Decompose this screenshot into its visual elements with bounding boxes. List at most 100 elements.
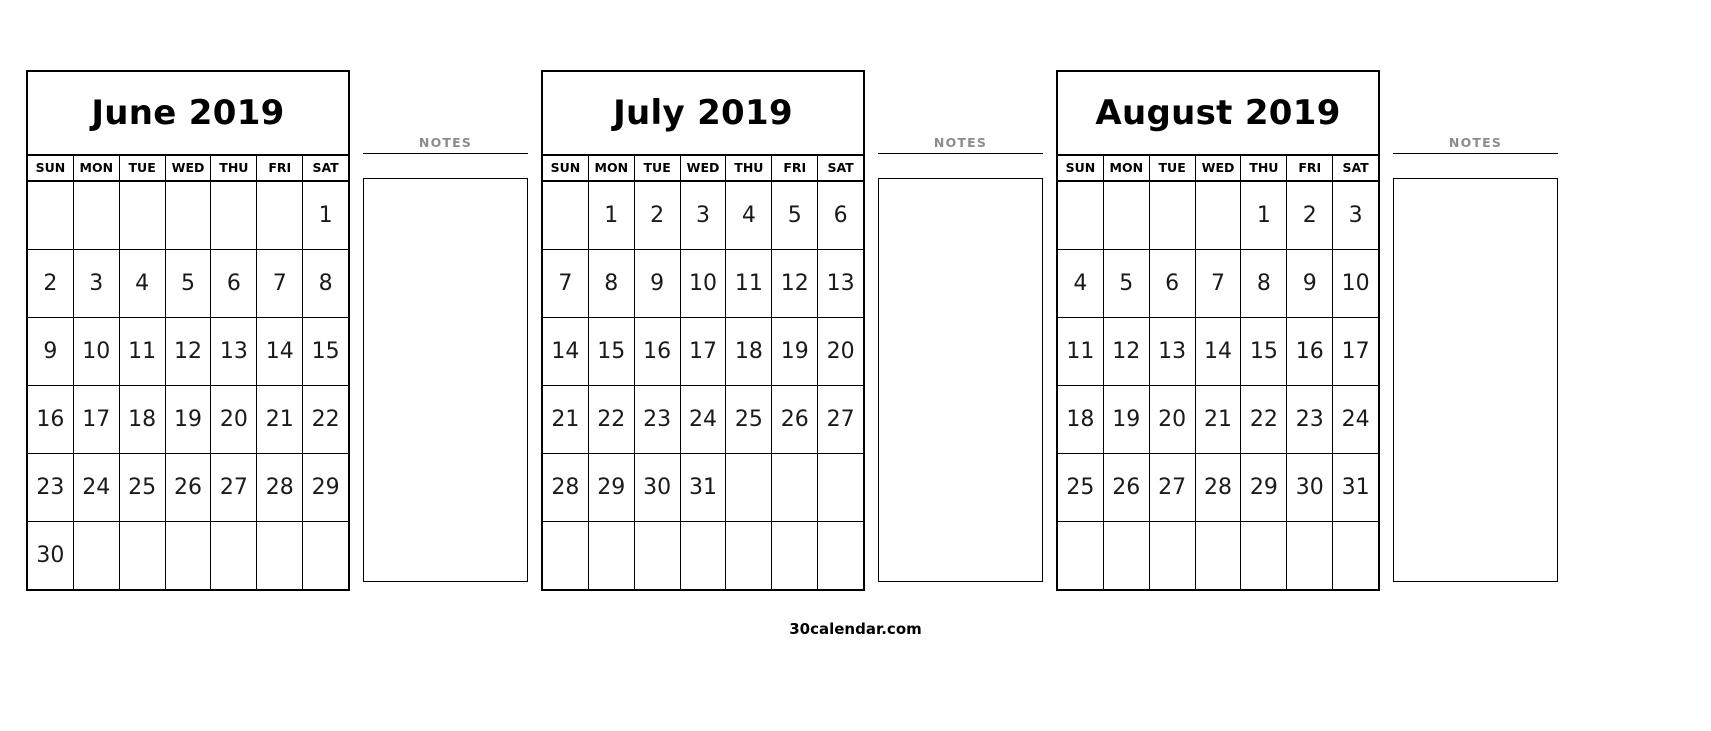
- day-cell[interactable]: [120, 182, 166, 249]
- day-cell[interactable]: [166, 182, 212, 249]
- day-cell[interactable]: 9: [635, 250, 681, 317]
- day-cell[interactable]: 12: [772, 250, 819, 317]
- day-cell[interactable]: 3: [1333, 182, 1378, 249]
- day-cell[interactable]: 18: [1058, 386, 1104, 453]
- day-cell[interactable]: 4: [120, 250, 166, 317]
- day-cell[interactable]: [589, 522, 635, 589]
- day-cell[interactable]: 28: [543, 454, 589, 521]
- day-cell[interactable]: 22: [1241, 386, 1288, 453]
- day-cell[interactable]: 3: [74, 250, 120, 317]
- day-cell[interactable]: 13: [211, 318, 258, 385]
- day-cell[interactable]: [74, 522, 120, 589]
- day-cell[interactable]: 29: [1241, 454, 1288, 521]
- day-cell[interactable]: 1: [1241, 182, 1288, 249]
- day-cell[interactable]: [1241, 522, 1288, 589]
- day-cell[interactable]: 26: [166, 454, 212, 521]
- day-cell[interactable]: 15: [1241, 318, 1288, 385]
- day-cell[interactable]: 10: [1333, 250, 1378, 317]
- day-cell[interactable]: [1150, 522, 1196, 589]
- day-cell[interactable]: 1: [303, 182, 348, 249]
- day-cell[interactable]: 20: [211, 386, 258, 453]
- day-cell[interactable]: [635, 522, 681, 589]
- day-cell[interactable]: 6: [818, 182, 863, 249]
- day-cell[interactable]: 11: [1058, 318, 1104, 385]
- day-cell[interactable]: [1104, 522, 1150, 589]
- day-cell[interactable]: [211, 522, 258, 589]
- day-cell[interactable]: [1104, 182, 1150, 249]
- day-cell[interactable]: 24: [74, 454, 120, 521]
- day-cell[interactable]: [303, 522, 348, 589]
- day-cell[interactable]: 1: [589, 182, 635, 249]
- day-cell[interactable]: 23: [28, 454, 74, 521]
- day-cell[interactable]: 30: [1287, 454, 1334, 521]
- day-cell[interactable]: 21: [1196, 386, 1242, 453]
- day-cell[interactable]: 11: [726, 250, 773, 317]
- day-cell[interactable]: [1150, 182, 1196, 249]
- day-cell[interactable]: 5: [166, 250, 212, 317]
- day-cell[interactable]: 13: [1150, 318, 1196, 385]
- day-cell[interactable]: 14: [1196, 318, 1242, 385]
- day-cell[interactable]: 7: [257, 250, 304, 317]
- day-cell[interactable]: 10: [681, 250, 727, 317]
- day-cell[interactable]: 6: [1150, 250, 1196, 317]
- day-cell[interactable]: 21: [257, 386, 304, 453]
- day-cell[interactable]: [211, 182, 258, 249]
- day-cell[interactable]: [818, 454, 863, 521]
- day-cell[interactable]: 24: [1333, 386, 1378, 453]
- day-cell[interactable]: 12: [1104, 318, 1150, 385]
- day-cell[interactable]: [772, 522, 819, 589]
- day-cell[interactable]: [1196, 182, 1242, 249]
- day-cell[interactable]: 7: [1196, 250, 1242, 317]
- day-cell[interactable]: 23: [635, 386, 681, 453]
- day-cell[interactable]: 18: [726, 318, 773, 385]
- day-cell[interactable]: 4: [1058, 250, 1104, 317]
- day-cell[interactable]: [818, 522, 863, 589]
- day-cell[interactable]: [772, 454, 819, 521]
- day-cell[interactable]: 20: [1150, 386, 1196, 453]
- notes-box[interactable]: [1393, 178, 1558, 582]
- day-cell[interactable]: 14: [257, 318, 304, 385]
- day-cell[interactable]: 9: [28, 318, 74, 385]
- day-cell[interactable]: 25: [120, 454, 166, 521]
- day-cell[interactable]: 2: [635, 182, 681, 249]
- day-cell[interactable]: [1333, 522, 1378, 589]
- day-cell[interactable]: [28, 182, 74, 249]
- day-cell[interactable]: [74, 182, 120, 249]
- day-cell[interactable]: 16: [635, 318, 681, 385]
- day-cell[interactable]: [120, 522, 166, 589]
- day-cell[interactable]: 26: [1104, 454, 1150, 521]
- day-cell[interactable]: 17: [1333, 318, 1378, 385]
- day-cell[interactable]: [1196, 522, 1242, 589]
- day-cell[interactable]: 11: [120, 318, 166, 385]
- day-cell[interactable]: 15: [589, 318, 635, 385]
- day-cell[interactable]: 21: [543, 386, 589, 453]
- day-cell[interactable]: 25: [726, 386, 773, 453]
- day-cell[interactable]: 18: [120, 386, 166, 453]
- day-cell[interactable]: 6: [211, 250, 258, 317]
- day-cell[interactable]: [726, 522, 773, 589]
- day-cell[interactable]: 27: [818, 386, 863, 453]
- day-cell[interactable]: 13: [818, 250, 863, 317]
- day-cell[interactable]: 5: [1104, 250, 1150, 317]
- day-cell[interactable]: 8: [1241, 250, 1288, 317]
- day-cell[interactable]: 28: [257, 454, 304, 521]
- day-cell[interactable]: 23: [1287, 386, 1334, 453]
- day-cell[interactable]: 12: [166, 318, 212, 385]
- day-cell[interactable]: [543, 182, 589, 249]
- day-cell[interactable]: 17: [681, 318, 727, 385]
- day-cell[interactable]: 5: [772, 182, 819, 249]
- day-cell[interactable]: 30: [28, 522, 74, 589]
- day-cell[interactable]: 22: [303, 386, 348, 453]
- day-cell[interactable]: 19: [166, 386, 212, 453]
- day-cell[interactable]: [1058, 522, 1104, 589]
- day-cell[interactable]: 8: [589, 250, 635, 317]
- day-cell[interactable]: 10: [74, 318, 120, 385]
- day-cell[interactable]: 16: [28, 386, 74, 453]
- day-cell[interactable]: 3: [681, 182, 727, 249]
- notes-box[interactable]: [363, 178, 528, 582]
- day-cell[interactable]: 19: [772, 318, 819, 385]
- day-cell[interactable]: 26: [772, 386, 819, 453]
- day-cell[interactable]: 27: [1150, 454, 1196, 521]
- day-cell[interactable]: 14: [543, 318, 589, 385]
- day-cell[interactable]: 24: [681, 386, 727, 453]
